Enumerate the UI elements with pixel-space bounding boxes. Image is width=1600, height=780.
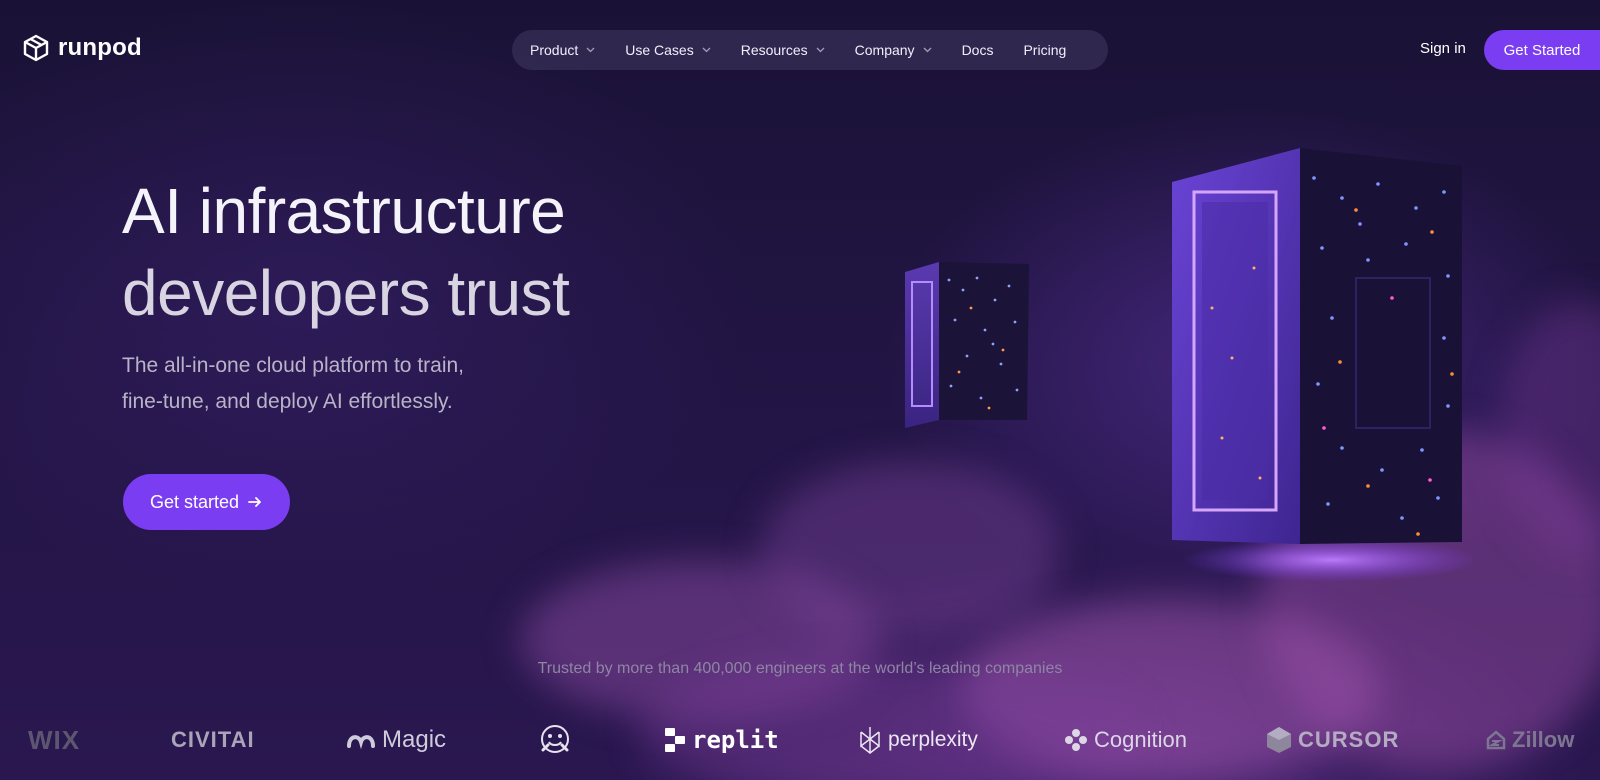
hugging-face-icon [541,725,569,753]
get-started-button[interactable]: Get Started [1484,30,1600,70]
chevron-down-icon [923,47,932,53]
logo-label: Zillow [1512,727,1575,752]
nav-item-docs[interactable]: Docs [962,42,994,58]
floating-server-large-illustration [1172,148,1472,582]
logo-civitai: CIVITAI [171,727,255,752]
perplexity-icon [860,727,880,754]
chevron-down-icon [702,47,711,53]
arrow-right-icon [248,497,261,507]
hero-cta-label: Get started [149,491,240,512]
logo-label: Cognition [1094,727,1187,752]
landing-page: runpod Product Use Cases Resources Compa… [0,0,1600,780]
customer-logos: WIX CIVITAI Magic replit perplexity Cogn… [0,718,1600,762]
nav-item-label: Pricing [1023,42,1067,58]
zillow-icon [1486,730,1506,750]
hero-title-line: AI infrastructure [122,175,566,247]
nav-item-label: Use Cases [625,42,694,58]
logo-label: CURSOR [1298,727,1400,752]
nav-item-label: Docs [961,42,994,58]
hero-subtitle-line: fine-tune, and deploy AI effortlessly. [122,390,453,413]
cognition-icon [1065,729,1087,751]
chevron-down-icon [816,47,825,53]
logo-perplexity: perplexity [858,718,978,762]
nav-item-label: Product [530,42,579,58]
cloud-decoration [760,460,1060,640]
brand-logo[interactable]: runpod [22,34,142,62]
logo-label: perplexity [888,728,978,751]
nav-item-label: Resources [740,42,808,58]
nav-item-pricing[interactable]: Pricing [1023,42,1066,58]
sign-in-link[interactable]: Sign in [1420,40,1466,57]
replit-icon [665,728,685,752]
logo-replit: replit [664,718,779,762]
site-header: runpod Product Use Cases Resources Compa… [0,0,1600,100]
hero-subtitle: The all-in-one cloud platform to train, … [122,348,542,420]
nav-item-product[interactable]: Product [530,42,595,58]
logo-zillow: Zillow [1486,718,1574,762]
logo-label: Magic [382,726,447,753]
logo-wix: WIX [28,724,81,755]
logo-magic: Magic [346,718,446,762]
brand-name: runpod [58,34,142,61]
nav-item-label: Company [854,42,915,58]
cube-icon [23,34,49,62]
cursor-icon [1267,727,1291,753]
logo-label: replit [692,726,779,754]
nav-item-company[interactable]: Company [855,42,932,58]
main-nav: Product Use Cases Resources Company Docs… [512,30,1108,70]
hero-title: AI infrastructure developers trust [122,170,742,334]
hero-subtitle-line: The all-in-one cloud platform to train, [122,354,464,377]
logo-cognition: Cognition [1064,718,1187,762]
floating-server-small-illustration [905,262,1029,428]
trusted-by-text: Trusted by more than 400,000 engineers a… [537,660,1063,677]
logo-hugging-face [538,718,572,762]
hero-get-started-button[interactable]: Get started [123,474,290,530]
nav-item-use-cases[interactable]: Use Cases [625,42,711,58]
chevron-down-icon [586,47,595,53]
hero-title-line: developers trust [122,257,570,329]
magic-icon [347,735,375,750]
nav-item-resources[interactable]: Resources [741,42,825,58]
logo-cursor: CURSOR [1266,718,1399,762]
